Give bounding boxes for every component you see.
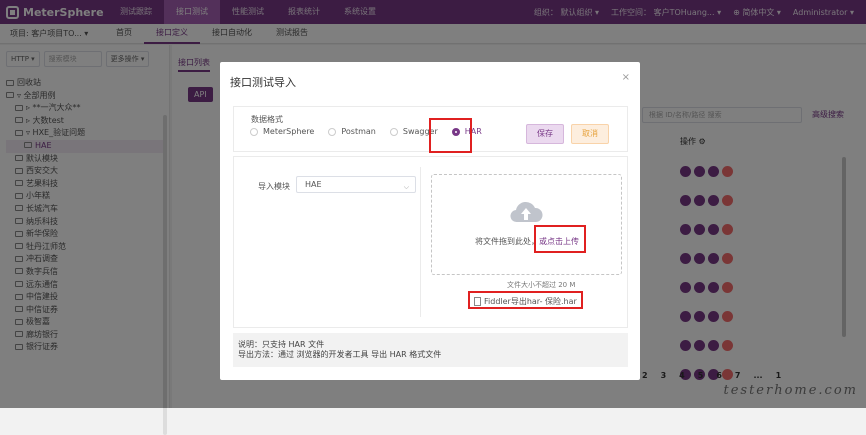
highlight-upload (534, 225, 586, 253)
upload-dropzone[interactable]: 将文件拖到此处，或点击上传 (431, 174, 622, 275)
format-label-text: Postman (341, 127, 376, 136)
cancel-button[interactable]: 取消 (571, 124, 609, 144)
dialog-title: 接口测试导入 (230, 76, 296, 89)
import-dialog: 接口测试导入 × 数据格式 MeterSphere Postman Swagger H… (220, 62, 640, 380)
size-limit-text: 文件大小不超过 20 M (507, 281, 576, 289)
highlight-file (468, 291, 583, 309)
format-label-text: MeterSphere (263, 127, 315, 136)
radio-icon (250, 127, 258, 136)
import-body: 导入模块 HAE ⌵ 将文件拖到此处，或点击上传 文件大小不超过 20 M Fid… (233, 156, 628, 328)
format-label: 数据格式 (251, 115, 283, 124)
radio-icon (389, 127, 398, 136)
save-button[interactable]: 保存 (526, 124, 564, 144)
module-label: 导入模块 (258, 182, 290, 191)
module-select-value: HAE (305, 180, 322, 189)
cloud-upload-icon (510, 201, 543, 223)
radio-icon (328, 127, 337, 136)
divider (420, 167, 421, 317)
close-icon[interactable]: × (622, 72, 630, 83)
note-line-2: 导出方法：通过 浏览器的开发者工具 导出 HAR 格式文件 (238, 350, 442, 359)
format-radio[interactable]: Postman (328, 127, 376, 136)
chevron-down-icon: ⌵ (403, 183, 409, 191)
highlight-har (429, 118, 472, 153)
format-section: 数据格式 MeterSphere Postman Swagger HAR 保存 取消 (233, 106, 628, 153)
note-line-1: 说明：只支持 HAR 文件 (238, 340, 325, 349)
format-radio[interactable]: MeterSphere (250, 127, 314, 136)
instructions: 说明：只支持 HAR 文件 导出方法：通过 浏览器的开发者工具 导出 HAR 格… (233, 333, 628, 367)
module-select[interactable]: HAE ⌵ (296, 176, 416, 193)
